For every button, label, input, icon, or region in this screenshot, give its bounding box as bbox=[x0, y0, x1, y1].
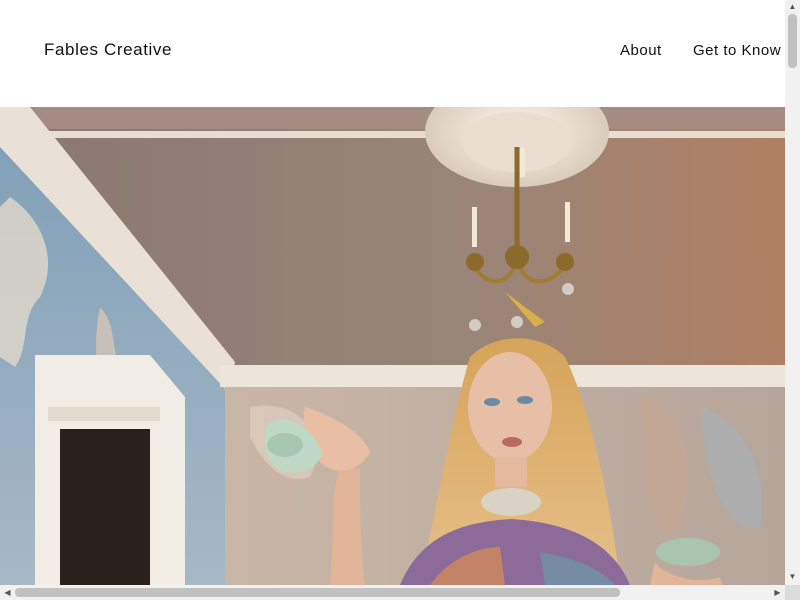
vertical-scrollbar[interactable]: ▲ ▼ bbox=[785, 0, 800, 585]
scroll-up-icon[interactable]: ▲ bbox=[785, 2, 800, 11]
horizontal-scroll-thumb[interactable] bbox=[15, 588, 620, 597]
site-header: Fables Creative About Get to Know bbox=[0, 0, 785, 107]
nav-get-to-know[interactable]: Get to Know bbox=[693, 42, 781, 59]
scroll-left-icon[interactable]: ◀ bbox=[0, 588, 15, 597]
vertical-scroll-thumb[interactable] bbox=[788, 14, 797, 68]
page: Fables Creative About Get to Know bbox=[0, 0, 785, 585]
scrollbar-corner bbox=[785, 585, 800, 600]
scroll-right-icon[interactable]: ▶ bbox=[770, 588, 785, 597]
hero-image bbox=[0, 77, 785, 585]
brand-logo-link[interactable]: Fables Creative bbox=[44, 40, 172, 60]
scroll-down-icon[interactable]: ▼ bbox=[785, 572, 800, 581]
nav-about[interactable]: About bbox=[620, 42, 662, 59]
horizontal-scrollbar[interactable]: ◀ ▶ bbox=[0, 585, 785, 600]
